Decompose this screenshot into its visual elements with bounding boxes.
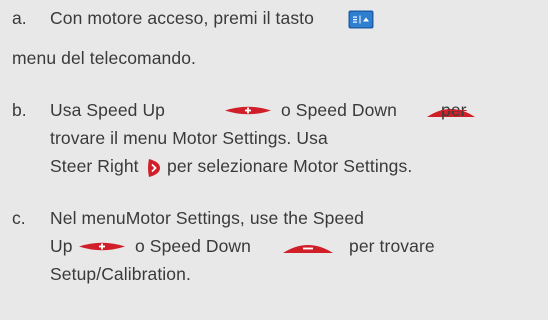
instruction-page: a. Con motore acceso, premi il tasto men… [0, 0, 548, 320]
step-b-line-2: trovare il menu Motor Settings. Usa [50, 128, 328, 148]
step-b-line-1b: o Speed Down [281, 100, 398, 120]
speed-up-plus-icon [79, 242, 125, 251]
step-b-line-3a: Steer Right [50, 156, 139, 176]
step-a-line-2: menu del telecomando. [12, 48, 197, 68]
step-b-line-1a: Usa Speed Up [50, 100, 166, 120]
step-b-line-1c: per [441, 100, 467, 120]
step-a-line-1: Con motore acceso, premi il tasto [50, 8, 314, 28]
step-c-line-1: Nel menuMotor Settings, use the Speed [50, 208, 365, 228]
step-b-line-3b: per selezionare Motor Settings. [167, 156, 413, 176]
step-c-line-2a: Up [50, 236, 73, 256]
step-a-marker: a. [12, 8, 27, 28]
step-c-line-2c: per trovare [349, 236, 435, 256]
steer-right-arrow-icon [148, 159, 160, 177]
step-c-line-2b: o Speed Down [135, 236, 252, 256]
speed-up-plus-icon [225, 106, 271, 115]
step-b-marker: b. [12, 100, 27, 120]
menu-button-icon [348, 10, 374, 29]
step-c-marker: c. [12, 208, 26, 228]
step-c-line-3: Setup/Calibration. [50, 264, 191, 284]
speed-down-minus-icon [283, 245, 333, 253]
